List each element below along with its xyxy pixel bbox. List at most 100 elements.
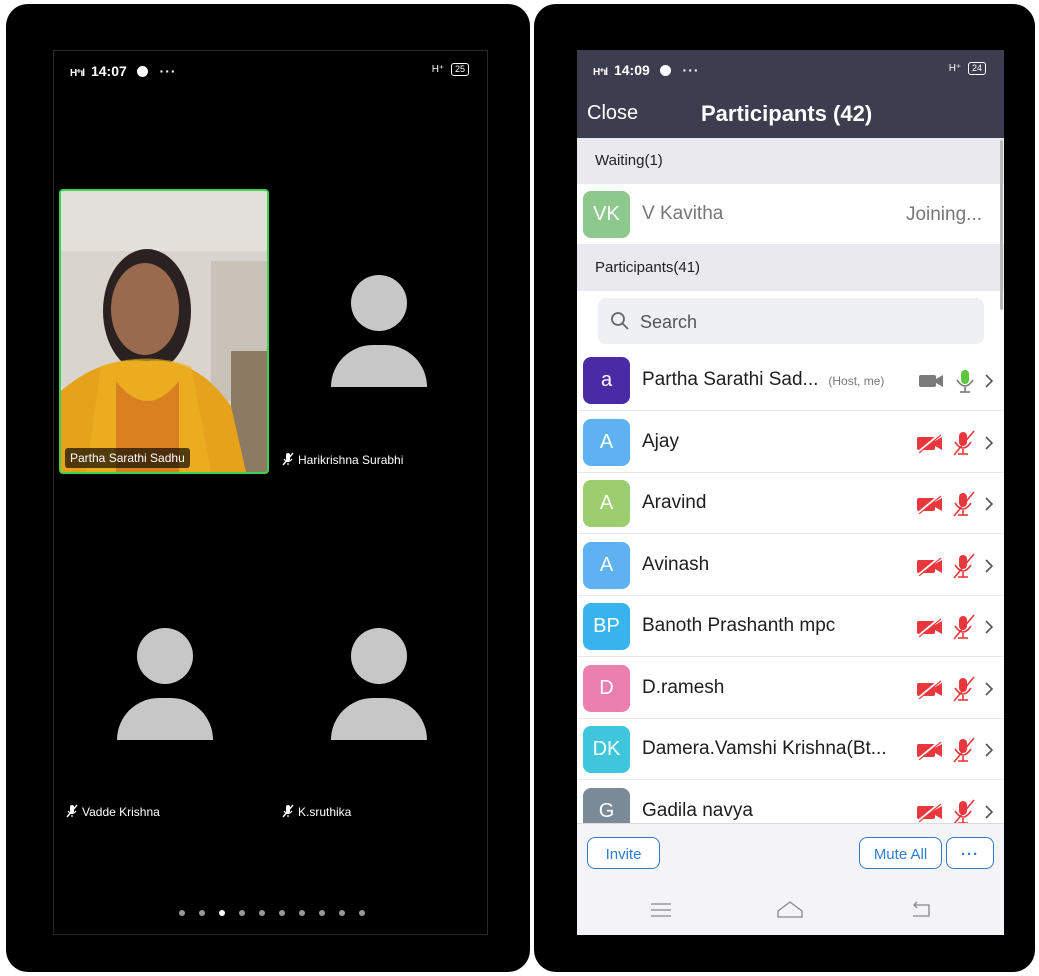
participant-row[interactable]: a Partha Sarathi Sad... (Host, me) — [577, 350, 1004, 411]
avatar-placeholder-icon — [329, 628, 429, 740]
waiting-list-item[interactable]: VK V Kavitha Joining... — [577, 184, 1004, 245]
meeting-gallery-screen: H⁺ıl 14:07 ··· H⁺ 25 Partha Sarathi Sadh… — [53, 50, 488, 935]
participant-row[interactable]: A Aravind — [577, 473, 1004, 534]
avatar: BP — [583, 603, 630, 650]
participant-name: Partha Sarathi Sad... — [642, 369, 819, 390]
page-dot[interactable] — [178, 910, 185, 916]
participant-status-icons — [916, 798, 994, 825]
search-icon — [611, 312, 629, 330]
chevron-right-icon — [985, 743, 994, 757]
system-nav-bar — [577, 885, 1004, 935]
video-off-icon — [917, 801, 942, 822]
status-time: 14:09 — [613, 62, 650, 78]
mic-active-icon — [956, 370, 974, 393]
avatar-placeholder-icon — [115, 628, 215, 740]
avatar: VK — [583, 191, 630, 238]
tile-name-label: Harikrishna Surabhi — [282, 452, 403, 467]
participant-row[interactable]: A Ajay — [577, 411, 1004, 473]
participant-name-container: Avinash — [642, 554, 709, 576]
page-dot[interactable] — [338, 910, 345, 916]
participant-row[interactable]: A Avinash — [577, 534, 1004, 596]
video-on-icon — [919, 375, 943, 387]
page-dot[interactable] — [298, 910, 305, 916]
avatar: a — [583, 357, 630, 404]
back-icon[interactable] — [911, 900, 933, 918]
status-bar: H⁺ıl 14:09 ··· H⁺ 24 — [577, 50, 1004, 86]
page-indicator[interactable] — [154, 903, 389, 921]
page-dot[interactable] — [278, 910, 285, 916]
video-off-icon — [917, 494, 942, 515]
page-dot[interactable] — [318, 910, 325, 916]
status-more: ··· — [682, 62, 700, 78]
participant-name: V Kavitha — [642, 203, 724, 224]
participant-row[interactable]: DK Damera.Vamshi Krishna(Bt... — [577, 719, 1004, 780]
chevron-right-icon — [985, 497, 994, 511]
page-dot[interactable] — [358, 910, 365, 916]
invite-button[interactable]: Invite — [587, 837, 660, 869]
chevron-right-icon — [985, 374, 994, 388]
page-dot[interactable] — [238, 910, 245, 916]
participants-screen: H⁺ıl 14:09 ··· H⁺ 24 Close Participants … — [577, 50, 1004, 935]
menu-icon[interactable] — [651, 902, 671, 918]
page-title: Participants (42) — [701, 101, 873, 126]
mic-muted-icon — [953, 614, 975, 640]
chevron-right-icon — [985, 804, 994, 819]
participant-name-container: D.ramesh — [642, 677, 724, 699]
status-time: 14:07 — [90, 63, 127, 79]
participant-status-icons — [916, 737, 994, 763]
status-more: ··· — [159, 63, 177, 79]
participant-name: Banoth Prashanth mpc — [642, 615, 836, 636]
bottom-toolbar: Invite Mute All ··· — [577, 823, 1004, 886]
mute-all-button[interactable]: Mute All — [859, 837, 942, 869]
close-button[interactable]: Close — [587, 102, 638, 125]
participant-name: D.ramesh — [642, 676, 725, 698]
participant-status-icons — [916, 614, 994, 640]
signal-icon: H⁺ıl — [70, 68, 85, 79]
participants-section-header: Participants(41) — [577, 245, 1004, 291]
participant-status-icons — [916, 675, 994, 702]
participant-video-feed — [61, 191, 267, 472]
chevron-right-icon — [985, 435, 994, 450]
participant-name: Ajay — [642, 430, 679, 452]
avatar: A — [583, 418, 630, 466]
participant-status-icons — [916, 491, 994, 517]
page-dot[interactable] — [198, 910, 205, 916]
avatar-placeholder-icon — [329, 275, 429, 387]
video-tile-active-speaker[interactable]: Partha Sarathi Sadhu — [59, 189, 269, 474]
avatar: A — [583, 480, 630, 527]
video-off-icon — [917, 432, 942, 453]
participant-name-container: Gadila navya — [642, 800, 753, 822]
participant-row[interactable]: D D.ramesh — [577, 657, 1004, 719]
participant-status-icons — [918, 368, 994, 394]
participant-name-container: Damera.Vamshi Krishna(Bt... — [642, 738, 887, 760]
mic-muted-icon — [282, 452, 294, 466]
mic-muted-icon — [953, 429, 975, 456]
participant-status-icons — [916, 429, 994, 456]
more-options-button[interactable]: ··· — [946, 837, 994, 869]
video-off-icon — [917, 617, 942, 638]
chevron-right-icon — [985, 558, 994, 573]
search-input[interactable] — [638, 308, 962, 336]
network-type-icon: H⁺ — [948, 63, 962, 74]
notification-icon — [136, 66, 148, 77]
page-dot[interactable] — [258, 910, 265, 916]
avatar: A — [583, 541, 630, 589]
tile-name-badge: Partha Sarathi Sadhu — [65, 448, 190, 468]
scrollbar[interactable] — [1000, 140, 1003, 310]
waiting-section-header: Waiting(1) — [577, 138, 1004, 184]
mic-muted-icon — [953, 675, 975, 702]
search-bar[interactable] — [598, 298, 984, 344]
mic-muted-icon — [953, 552, 975, 579]
avatar: DK — [583, 726, 630, 773]
avatar: D — [583, 664, 630, 712]
participant-row[interactable]: BP Banoth Prashanth mpc — [577, 596, 1004, 657]
participant-name-container: Ajay — [642, 431, 679, 453]
mic-muted-icon — [953, 491, 975, 517]
participants-header: H⁺ıl 14:09 ··· H⁺ 24 Close Participants … — [577, 50, 1004, 138]
mic-muted-icon — [953, 798, 975, 825]
home-icon[interactable] — [776, 899, 804, 919]
mic-muted-icon — [282, 804, 294, 818]
tile-name-label: K.sruthika — [282, 804, 351, 819]
video-off-icon — [917, 555, 942, 576]
page-dot[interactable] — [218, 910, 225, 916]
